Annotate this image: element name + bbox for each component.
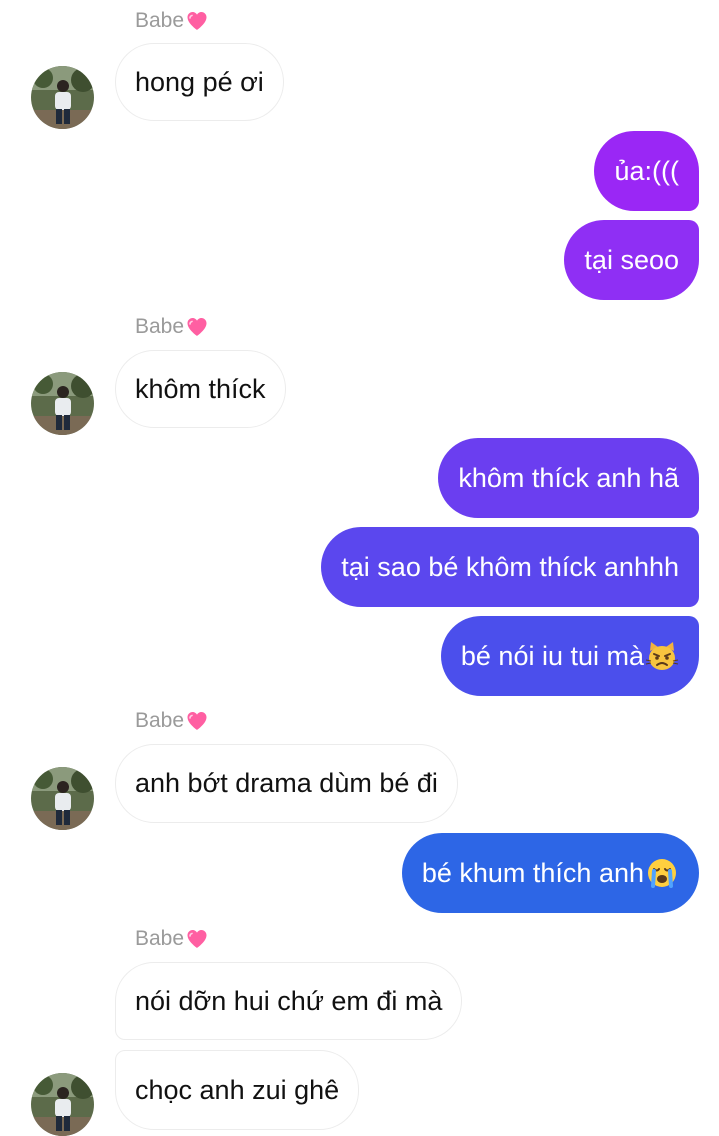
incoming-message[interactable]: nói dỡn hui chứ em đi mà [115, 962, 463, 1040]
message-text: anh bớt drama dùm bé đi [135, 768, 438, 798]
outgoing-message[interactable]: bé nói iu tui mà [440, 616, 699, 696]
sender-name: Babe [135, 926, 209, 952]
sender-name-text: Babe [135, 927, 185, 950]
contact-avatar[interactable] [31, 372, 94, 435]
message-text: tại seoo [584, 244, 679, 275]
message-text: khôm thíck [135, 373, 266, 404]
sender-name-text: Babe [135, 9, 185, 32]
pink-heart-icon [185, 315, 209, 339]
sender-name: Babe [135, 8, 209, 34]
message-text: hong pé ơi [135, 66, 264, 97]
sender-name: Babe [135, 314, 209, 340]
outgoing-message[interactable]: khôm thíck anh hã [438, 438, 699, 518]
incoming-message[interactable]: anh bớt drama dùm bé đi [115, 744, 458, 823]
pouting-cat-icon [645, 639, 679, 673]
message-text: khôm thíck anh hã [458, 462, 679, 493]
pink-heart-icon [185, 9, 209, 33]
pink-heart-icon [185, 927, 209, 951]
message-text: nói dỡn hui chứ em đi mà [135, 985, 443, 1016]
outgoing-message[interactable]: ủa:((( [594, 131, 699, 211]
message-text: tại sao bé khôm thíck anhhh [341, 551, 679, 582]
contact-avatar[interactable] [31, 767, 94, 830]
sender-name-text: Babe [135, 709, 185, 732]
contact-avatar[interactable] [31, 1073, 94, 1136]
outgoing-message[interactable]: bé khum thích anh [401, 833, 699, 913]
incoming-message[interactable]: hong pé ơi [115, 43, 284, 121]
incoming-message[interactable]: chọc anh zui ghê [115, 1050, 360, 1130]
outgoing-message[interactable]: tại sao bé khôm thíck anhhh [321, 527, 699, 607]
sender-name-text: Babe [135, 315, 185, 338]
contact-avatar[interactable] [31, 66, 94, 129]
message-text: chọc anh zui ghê [135, 1074, 340, 1105]
message-text: ủa:((( [614, 155, 679, 186]
outgoing-message[interactable]: tại seoo [564, 220, 699, 300]
incoming-message[interactable]: khôm thíck [115, 350, 286, 428]
message-text: bé nói iu tui mà [460, 640, 644, 671]
loudly-crying-face-icon [645, 856, 679, 890]
message-text: bé khum thích anh [421, 857, 644, 888]
sender-name: Babe [135, 708, 209, 734]
pink-heart-icon [185, 709, 209, 733]
